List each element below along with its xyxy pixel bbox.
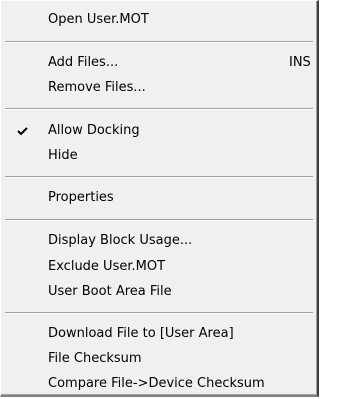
context-menu: Open User.MOT Add Files... INS Remove Fi… xyxy=(0,0,319,397)
menu-item-label: Add Files... xyxy=(48,55,119,70)
menu-item-file-checksum[interactable]: File Checksum xyxy=(3,348,315,370)
menu-item-open-user-mot[interactable]: Open User.MOT xyxy=(3,9,315,31)
menu-separator xyxy=(5,219,313,221)
menu-item-label: Compare File->Device Checksum xyxy=(48,376,265,391)
menu-item-label: Hide xyxy=(48,148,78,163)
menu-separator xyxy=(5,312,313,314)
menu-item-label: Exclude User.MOT xyxy=(48,259,166,274)
menu-item-label: File Checksum xyxy=(48,351,142,366)
menu-item-label: User Boot Area File xyxy=(48,284,172,299)
menu-item-label: Display Block Usage... xyxy=(48,233,193,248)
menu-item-label: Properties xyxy=(48,190,114,205)
menu-separator xyxy=(5,176,313,178)
menu-item-shortcut: INS xyxy=(289,55,311,70)
menu-item-hide[interactable]: Hide xyxy=(3,145,315,167)
menu-separator xyxy=(5,108,313,110)
menu-item-properties[interactable]: Properties xyxy=(3,187,315,209)
menu-separator xyxy=(5,41,313,43)
menu-item-compare-file-device-checksum[interactable]: Compare File->Device Checksum xyxy=(3,373,315,395)
menu-item-allow-docking[interactable]: Allow Docking xyxy=(3,120,315,142)
menu-item-label: Allow Docking xyxy=(48,123,140,138)
menu-item-display-block-usage[interactable]: Display Block Usage... xyxy=(3,230,315,252)
menu-item-add-files[interactable]: Add Files... INS xyxy=(3,52,315,74)
menu-item-exclude-user-mot[interactable]: Exclude User.MOT xyxy=(3,256,315,278)
checkmark-icon xyxy=(15,120,31,142)
menu-item-download-file-to-user-area[interactable]: Download File to [User Area] xyxy=(3,323,315,345)
menu-item-label: Download File to [User Area] xyxy=(48,326,234,341)
menu-item-remove-files[interactable]: Remove Files... xyxy=(3,77,315,99)
menu-item-label: Open User.MOT xyxy=(48,12,149,27)
menu-item-label: Remove Files... xyxy=(48,80,146,95)
menu-item-user-boot-area-file[interactable]: User Boot Area File xyxy=(3,281,315,303)
